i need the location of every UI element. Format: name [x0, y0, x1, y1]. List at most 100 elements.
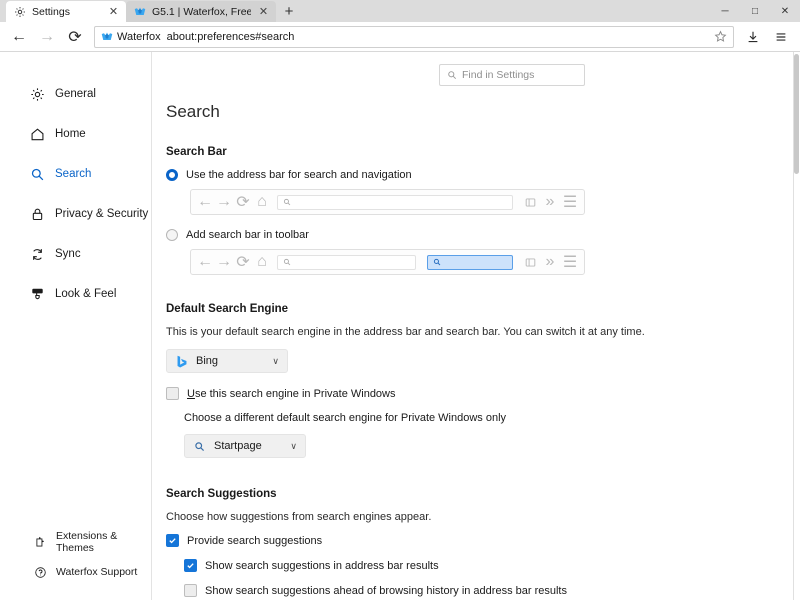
- window-controls: ─ □ ✕: [710, 0, 800, 22]
- brand-label: Waterfox: [117, 31, 161, 43]
- tab-close-button[interactable]: ✕: [107, 5, 120, 18]
- section-heading-search-bar: Search Bar: [166, 146, 800, 158]
- new-tab-button[interactable]: +: [276, 1, 302, 22]
- close-button[interactable]: ✕: [770, 0, 800, 22]
- settings-page: Search Search Bar Use the address bar fo…: [152, 86, 800, 600]
- maximize-button[interactable]: □: [740, 0, 770, 22]
- sidebar-item-search[interactable]: Search: [0, 160, 151, 188]
- home-icon: ⌂: [254, 254, 270, 270]
- back-icon: ←: [197, 254, 213, 270]
- search-input[interactable]: Find in Settings: [439, 64, 585, 86]
- navigation-toolbar: ← → ⟳ Waterfox about:preferences#search: [0, 22, 800, 52]
- hamburger-menu-icon: ☰: [562, 254, 578, 270]
- radio-use-address-bar[interactable]: Use the address bar for search and navig…: [166, 169, 800, 181]
- search-icon: [447, 70, 457, 80]
- sidebar-item-waterfox-support[interactable]: Waterfox Support: [0, 560, 151, 584]
- gear-icon: [30, 87, 45, 102]
- radio-indicator[interactable]: [166, 229, 178, 241]
- search-icon: [282, 198, 291, 207]
- hamburger-menu-icon[interactable]: [768, 25, 794, 49]
- url-text: about:preferences#search: [167, 31, 708, 43]
- sidebar-item-label: Home: [55, 128, 86, 140]
- tab-close-button[interactable]: ✕: [257, 5, 270, 18]
- gear-icon: [14, 6, 26, 18]
- download-icon[interactable]: [740, 25, 766, 49]
- address-bar[interactable]: Waterfox about:preferences#search: [94, 26, 734, 48]
- reload-icon: ⟳: [235, 254, 251, 270]
- forward-button[interactable]: →: [34, 25, 60, 49]
- checkbox-label-rest: se this search engine in Private Windows: [195, 388, 396, 400]
- star-icon[interactable]: [714, 30, 727, 43]
- checkbox-indicator[interactable]: [184, 584, 197, 597]
- checkbox-label: Show search suggestions ahead of browsin…: [205, 585, 567, 597]
- radio-label: Add search bar in toolbar: [186, 229, 309, 241]
- chevron-down-icon: ∨: [290, 441, 297, 452]
- tab-title: G5.1 | Waterfox, Free Web Brow: [152, 6, 251, 18]
- tab-title: Settings: [32, 6, 101, 18]
- private-engine-dropdown-wrapper: Startpage ∨: [184, 434, 800, 458]
- sidebar-item-label: Search: [55, 168, 91, 180]
- radio-add-search-bar[interactable]: Add search bar in toolbar: [166, 229, 800, 241]
- checkbox-label: Show search suggestions in address bar r…: [205, 560, 439, 572]
- scrollbar[interactable]: [793, 52, 800, 600]
- search-icon: [432, 258, 441, 267]
- puzzle-icon: [34, 536, 47, 549]
- sidebar-item-general[interactable]: General: [0, 80, 151, 108]
- site-identity: Waterfox: [101, 31, 161, 43]
- settings-sidebar: General Home Search: [0, 52, 152, 600]
- access-key: U: [187, 388, 195, 400]
- tab-strip: Settings ✕ G5.1 | Waterfox, Free Web Bro…: [0, 0, 302, 22]
- checkbox-indicator[interactable]: [166, 534, 179, 547]
- hamburger-menu-icon: ☰: [562, 194, 578, 210]
- preview-toolbar-right: » ☰: [522, 194, 578, 210]
- default-search-engine-value: Bing: [196, 355, 264, 367]
- search-icon: [193, 440, 206, 453]
- back-button[interactable]: ←: [6, 25, 32, 49]
- page-title: Search: [166, 102, 800, 122]
- sidebar-item-home[interactable]: Home: [0, 120, 151, 148]
- paintbrush-icon: [30, 287, 45, 302]
- bing-icon: [175, 355, 188, 368]
- sidebar-item-look-and-feel[interactable]: Look & Feel: [0, 280, 151, 308]
- preview-address-field: [277, 195, 513, 210]
- home-icon: ⌂: [254, 194, 270, 210]
- private-search-engine-value: Startpage: [214, 440, 282, 452]
- checkbox-use-engine-private-windows[interactable]: Use this search engine in Private Window…: [166, 387, 800, 400]
- forward-icon: →: [216, 254, 232, 270]
- tab-settings[interactable]: Settings ✕: [6, 1, 126, 22]
- home-icon: [30, 127, 45, 142]
- checkbox-suggestions-ahead-of-history[interactable]: Show search suggestions ahead of browsin…: [184, 584, 800, 597]
- reload-button[interactable]: ⟳: [62, 25, 88, 49]
- back-icon: ←: [197, 194, 213, 210]
- checkbox-show-suggestions-address-bar[interactable]: Show search suggestions in address bar r…: [184, 559, 800, 572]
- overflow-icon: »: [542, 194, 558, 210]
- overflow-icon: »: [542, 254, 558, 270]
- checkbox-indicator[interactable]: [184, 559, 197, 572]
- radio-label: Use the address bar for search and navig…: [186, 169, 412, 181]
- default-search-engine-dropdown[interactable]: Bing ∨: [166, 349, 288, 373]
- checkbox-label: Provide search suggestions: [187, 535, 322, 547]
- reload-icon: ⟳: [235, 194, 251, 210]
- sidebar-item-label: Waterfox Support: [56, 566, 137, 578]
- checkbox-label: Use this search engine in Private Window…: [187, 388, 396, 400]
- checkbox-indicator[interactable]: [166, 387, 179, 400]
- sidebar-icon: [522, 194, 538, 210]
- search-icon: [30, 167, 45, 182]
- minimize-button[interactable]: ─: [710, 0, 740, 22]
- toolbar-preview-search-bar: ← → ⟳ ⌂: [190, 249, 585, 275]
- sidebar-item-sync[interactable]: Sync: [0, 240, 151, 268]
- tab-waterfox-home[interactable]: G5.1 | Waterfox, Free Web Brow ✕: [126, 1, 276, 22]
- sidebar-item-label: Sync: [55, 248, 81, 260]
- preview-toolbar-right: » ☰: [522, 254, 578, 270]
- preview-search-field-highlighted: [427, 255, 513, 270]
- sync-icon: [30, 247, 45, 262]
- checkbox-provide-search-suggestions[interactable]: Provide search suggestions: [166, 534, 800, 547]
- sidebar-icon: [522, 254, 538, 270]
- forward-icon: →: [216, 194, 232, 210]
- sidebar-item-privacy-security[interactable]: Privacy & Security: [0, 200, 151, 228]
- private-search-engine-dropdown[interactable]: Startpage ∨: [184, 434, 306, 458]
- section-heading-default-search-engine: Default Search Engine: [166, 303, 800, 315]
- radio-indicator[interactable]: [166, 169, 178, 181]
- sidebar-item-extensions-themes[interactable]: Extensions & Themes: [0, 530, 151, 554]
- scrollbar-thumb[interactable]: [794, 54, 799, 174]
